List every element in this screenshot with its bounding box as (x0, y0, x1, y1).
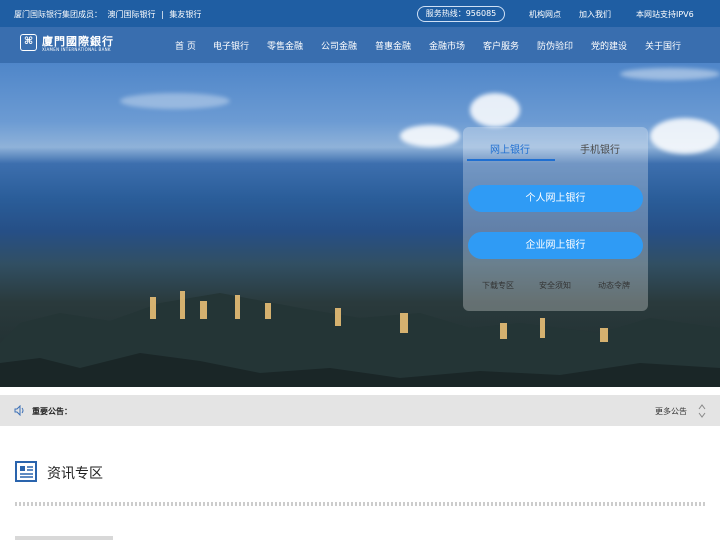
nav-e-banking[interactable]: 电子银行 (213, 39, 249, 52)
section-divider (15, 502, 705, 506)
cloud-shape (120, 93, 230, 109)
security-notice-link[interactable]: 安全须知 (539, 280, 571, 291)
join-us-link[interactable]: 加入我们 (579, 9, 611, 20)
nav-customer-service[interactable]: 客户服务 (483, 39, 519, 52)
hotline-badge[interactable]: 服务热线：956085 (417, 6, 505, 22)
notice-bar: 重要公告： 更多公告 (0, 395, 720, 426)
corporate-online-banking-button[interactable]: 企业网上银行 (468, 232, 643, 259)
nav-home[interactable]: 首 页 (175, 39, 196, 52)
member-separator: | (161, 10, 164, 19)
nav-corporate[interactable]: 公司金融 (321, 39, 357, 52)
dynamic-token-link[interactable]: 动态令牌 (598, 280, 630, 291)
nav-party-building[interactable]: 党的建设 (591, 39, 627, 52)
bank-logo[interactable]: ⌘ 廈門國際銀行 XIAMEN INTERNATIONAL BANK (20, 33, 130, 57)
cloud-shape (400, 125, 460, 147)
cloud-shape (470, 93, 520, 127)
personal-online-banking-button[interactable]: 个人网上银行 (468, 185, 643, 212)
cloud-shape (650, 118, 720, 154)
group-members: 厦门国际银行集团成员： 澳门国际银行 | 集友银行 (14, 9, 204, 20)
download-zone-link[interactable]: 下载专区 (482, 280, 514, 291)
bank-logo-en: XIAMEN INTERNATIONAL BANK (42, 47, 111, 52)
notice-label: 重要公告： (32, 407, 72, 416)
up-down-arrows-icon[interactable] (698, 403, 706, 419)
tab-mobile-banking[interactable]: 手机银行 (555, 141, 645, 156)
main-nav: ⌘ 廈門國際銀行 XIAMEN INTERNATIONAL BANK 首 页 电… (0, 27, 720, 63)
nav-anti-counterfeit[interactable]: 防伪验印 (537, 39, 573, 52)
group-label: 厦门国际银行集团成员： (14, 10, 102, 19)
nav-inclusive[interactable]: 普惠金融 (375, 39, 411, 52)
branches-link[interactable]: 机构网点 (529, 9, 561, 20)
nav-about[interactable]: 关于国行 (645, 39, 681, 52)
more-notices-link[interactable]: 更多公告 (655, 406, 687, 417)
member-link-chiyu[interactable]: 集友银行 (169, 10, 201, 19)
active-tab-indicator (467, 159, 555, 161)
news-tab-strip (15, 536, 113, 540)
cloud-shape (620, 68, 720, 80)
member-link-macau[interactable]: 澳门国际银行 (108, 10, 156, 19)
news-icon (15, 461, 37, 482)
bank-logo-mark-icon: ⌘ (20, 34, 37, 51)
nav-retail[interactable]: 零售金融 (267, 39, 303, 52)
ipv6-support-text: 本网站支持IPV6 (636, 10, 694, 19)
speaker-icon (14, 405, 24, 416)
top-bar: 厦门国际银行集团成员： 澳门国际银行 | 集友银行 服务热线：956085 机构… (0, 0, 720, 27)
tab-online-banking[interactable]: 网上银行 (465, 141, 555, 156)
news-section-title: 资讯专区 (47, 466, 103, 482)
login-panel: 网上银行 手机银行 个人网上银行 企业网上银行 下载专区 安全须知 动态令牌 (463, 127, 648, 311)
nav-markets[interactable]: 金融市场 (429, 39, 465, 52)
